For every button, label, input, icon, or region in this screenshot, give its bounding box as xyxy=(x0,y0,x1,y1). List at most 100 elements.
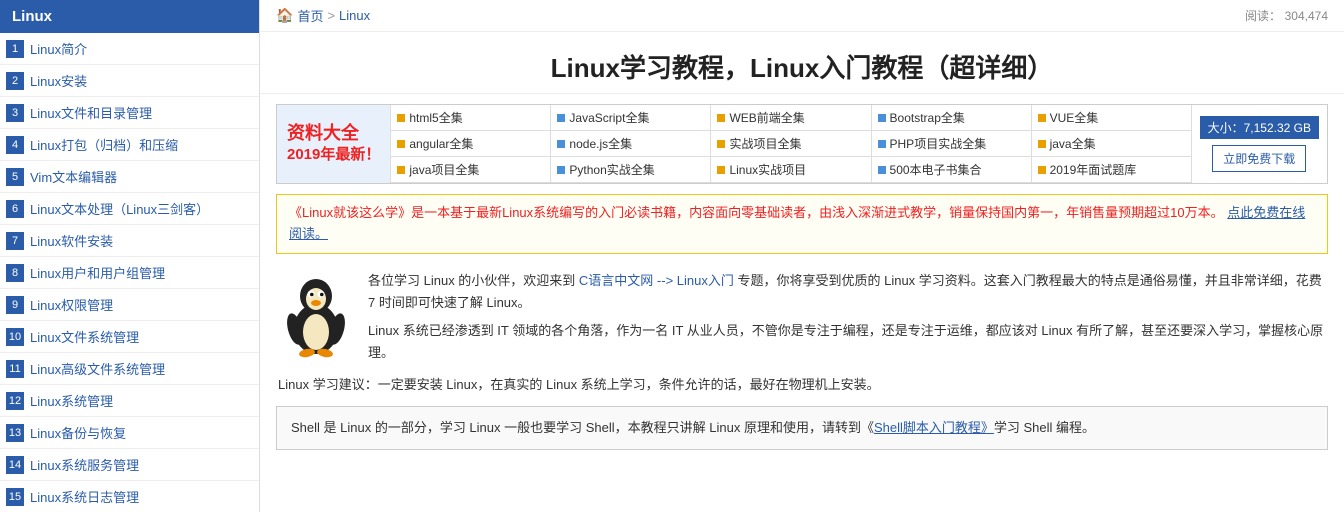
content-area: 各位学习 Linux 的小伙伴，欢迎来到 C语言中文网 --> Linux入门 … xyxy=(260,262,1344,469)
ad-right-section: 大小：7,152.32 GB 立即免费下载 xyxy=(1191,105,1327,183)
main-content: 🏠 首页 > Linux 阅读： 304,474 Linux学习教程，Linux… xyxy=(260,0,1344,512)
sidebar-item-label: Linux系统管理 xyxy=(30,391,113,410)
ad-dot-icon xyxy=(557,114,565,122)
sidebar-item[interactable]: 3Linux文件和目录管理 xyxy=(0,97,259,129)
sidebar-item-number: 9 xyxy=(6,296,24,314)
sidebar: Linux 1Linux简介2Linux安装3Linux文件和目录管理4Linu… xyxy=(0,0,260,512)
sidebar-item-number: 6 xyxy=(6,200,24,218)
ad-left-labels: 资料大全 2019年最新！ xyxy=(277,105,390,183)
ad-link-item[interactable]: WEB前端全集 xyxy=(710,105,870,131)
ad-link-label: JavaScript全集 xyxy=(569,109,649,126)
sidebar-item-number: 4 xyxy=(6,136,24,154)
sidebar-item[interactable]: 11 Linux高级文件系统管理 xyxy=(0,353,259,385)
ad-link-item[interactable]: Python实战全集 xyxy=(550,157,710,183)
ad-link-item[interactable]: 2019年面试题库 xyxy=(1031,157,1191,183)
ad-link-label: VUE全集 xyxy=(1050,109,1099,126)
ad-link-item[interactable]: Linux实战项目 xyxy=(710,157,870,183)
ad-link-item[interactable]: java全集 xyxy=(1031,131,1191,157)
study-tip: Linux 学习建议：一定要安装 Linux，在真实的 Linux 系统上学习，… xyxy=(276,374,1328,396)
ad-dot-icon xyxy=(878,114,886,122)
intro-text-block: 各位学习 Linux 的小伙伴，欢迎来到 C语言中文网 --> Linux入门 … xyxy=(368,270,1328,364)
ad-link-label: Linux实战项目 xyxy=(729,161,806,178)
sidebar-item-number: 2 xyxy=(6,72,24,90)
shell-note-text2: 学习 Shell 编程。 xyxy=(994,420,1095,435)
ad-link-item[interactable]: PHP项目实战全集 xyxy=(871,131,1031,157)
sidebar-item[interactable]: 2Linux安装 xyxy=(0,65,259,97)
ad-download-button[interactable]: 立即免费下载 xyxy=(1212,145,1306,172)
read-count-area: 阅读： 304,474 xyxy=(1245,7,1328,24)
intro-clink[interactable]: C语言中文网 --> Linux入门 xyxy=(579,273,734,288)
ad-dot-icon xyxy=(717,140,725,148)
ad-link-label: WEB前端全集 xyxy=(729,109,804,126)
sidebar-item-label: Linux权限管理 xyxy=(30,295,113,314)
ad-link-item[interactable]: JavaScript全集 xyxy=(550,105,710,131)
sidebar-item[interactable]: 9 Linux权限管理 xyxy=(0,289,259,321)
ad-link-item[interactable]: angular全集 xyxy=(390,131,550,157)
sidebar-item-number: 1 xyxy=(6,40,24,58)
ad-link-label: 实战项目全集 xyxy=(729,135,801,152)
ad-dot-icon xyxy=(878,140,886,148)
sidebar-item-number: 8 xyxy=(6,264,24,282)
ad-size-label: 大小：7,152.32 GB xyxy=(1200,116,1319,139)
sidebar-items-list: 1Linux简介2Linux安装3Linux文件和目录管理4Linux打包（归档… xyxy=(0,33,259,512)
sidebar-item-label: Linux软件安装 xyxy=(30,231,113,250)
ad-dot-icon xyxy=(557,166,565,174)
ad-links-grid: html5全集 JavaScript全集 WEB前端全集 Bootstrap全集 VUE… xyxy=(390,105,1190,183)
ad-dot-icon xyxy=(1038,114,1046,122)
sidebar-item-number: 11 xyxy=(6,360,24,378)
sidebar-item-label: Linux高级文件系统管理 xyxy=(30,359,165,378)
sidebar-item[interactable]: 13Linux备份与恢复 xyxy=(0,417,259,449)
sidebar-item-label: Linux文本处理（Linux三剑客） xyxy=(30,199,209,218)
sidebar-item[interactable]: 7Linux软件安装 xyxy=(0,225,259,257)
ad-link-item[interactable]: html5全集 xyxy=(390,105,550,131)
ad-link-label: java项目全集 xyxy=(409,161,479,178)
sidebar-item[interactable]: 1Linux简介 xyxy=(0,33,259,65)
sidebar-item-label: Linux系统日志管理 xyxy=(30,487,139,506)
notice-text: 《Linux就该这么学》是一本基于最新Linux系统编写的入门必读书籍，内容面向… xyxy=(289,205,1224,220)
ad-link-label: Bootstrap全集 xyxy=(890,109,965,126)
ad-link-item[interactable]: java项目全集 xyxy=(390,157,550,183)
sidebar-item[interactable]: 5Vim文本编辑器 xyxy=(0,161,259,193)
sidebar-item[interactable]: 14Linux系统服务管理 xyxy=(0,449,259,481)
ad-link-label: 2019年面试题库 xyxy=(1050,161,1137,178)
shell-note-box: Shell 是 Linux 的一部分，学习 Linux 一般也要学习 Shell… xyxy=(276,406,1328,450)
sidebar-item-label: Linux文件系统管理 xyxy=(30,327,139,346)
sidebar-item[interactable]: 4Linux打包（归档）和压缩 xyxy=(0,129,259,161)
breadcrumb-current: Linux xyxy=(339,8,370,23)
ad-link-item[interactable]: Bootstrap全集 xyxy=(871,105,1031,131)
sidebar-item-number: 14 xyxy=(6,456,24,474)
ad-link-item[interactable]: node.js全集 xyxy=(550,131,710,157)
read-count: 304,474 xyxy=(1285,9,1328,23)
ad-dot-icon xyxy=(397,140,405,148)
ad-link-item[interactable]: 实战项目全集 xyxy=(710,131,870,157)
ad-year: 2019年最新！ xyxy=(287,144,380,165)
sidebar-item[interactable]: 12Linux系统管理 xyxy=(0,385,259,417)
ad-link-item[interactable]: VUE全集 xyxy=(1031,105,1191,131)
ad-dot-icon xyxy=(717,114,725,122)
intro-para1: 各位学习 Linux 的小伙伴，欢迎来到 C语言中文网 --> Linux入门 … xyxy=(368,270,1328,314)
ad-dot-icon xyxy=(1038,140,1046,148)
ad-link-label: 500本电子书集合 xyxy=(890,161,982,178)
ad-link-label: java全集 xyxy=(1050,135,1096,152)
intro-block: 各位学习 Linux 的小伙伴，欢迎来到 C语言中文网 --> Linux入门 … xyxy=(276,270,1328,364)
ad-daziquan: 资料大全 xyxy=(287,123,380,145)
sidebar-title: Linux xyxy=(0,0,259,33)
sidebar-item[interactable]: 8Linux用户和用户组管理 xyxy=(0,257,259,289)
ad-link-item[interactable]: 500本电子书集合 xyxy=(871,157,1031,183)
sidebar-item[interactable]: 6 Linux文本处理（Linux三剑客） xyxy=(0,193,259,225)
ad-link-label: Python实战全集 xyxy=(569,161,654,178)
ad-banner: 资料大全 2019年最新！ html5全集 JavaScript全集 WEB前端全集… xyxy=(276,104,1328,184)
sidebar-item-number: 15 xyxy=(6,488,24,506)
sidebar-item[interactable]: 15 Linux系统日志管理 xyxy=(0,481,259,512)
breadcrumb-home-link[interactable]: 首页 xyxy=(297,6,323,25)
ad-dot-icon xyxy=(717,166,725,174)
home-icon: 🏠 xyxy=(276,7,293,24)
shell-note-link[interactable]: Shell脚本入门教程》 xyxy=(874,420,994,435)
page-title: Linux学习教程，Linux入门教程（超详细） xyxy=(260,32,1344,94)
sidebar-item[interactable]: 10 Linux文件系统管理 xyxy=(0,321,259,353)
breadcrumb: 🏠 首页 > Linux xyxy=(276,6,370,25)
ad-dot-icon xyxy=(1038,166,1046,174)
ad-dot-icon xyxy=(397,166,405,174)
sidebar-item-number: 10 xyxy=(6,328,24,346)
ad-link-label: html5全集 xyxy=(409,109,462,126)
